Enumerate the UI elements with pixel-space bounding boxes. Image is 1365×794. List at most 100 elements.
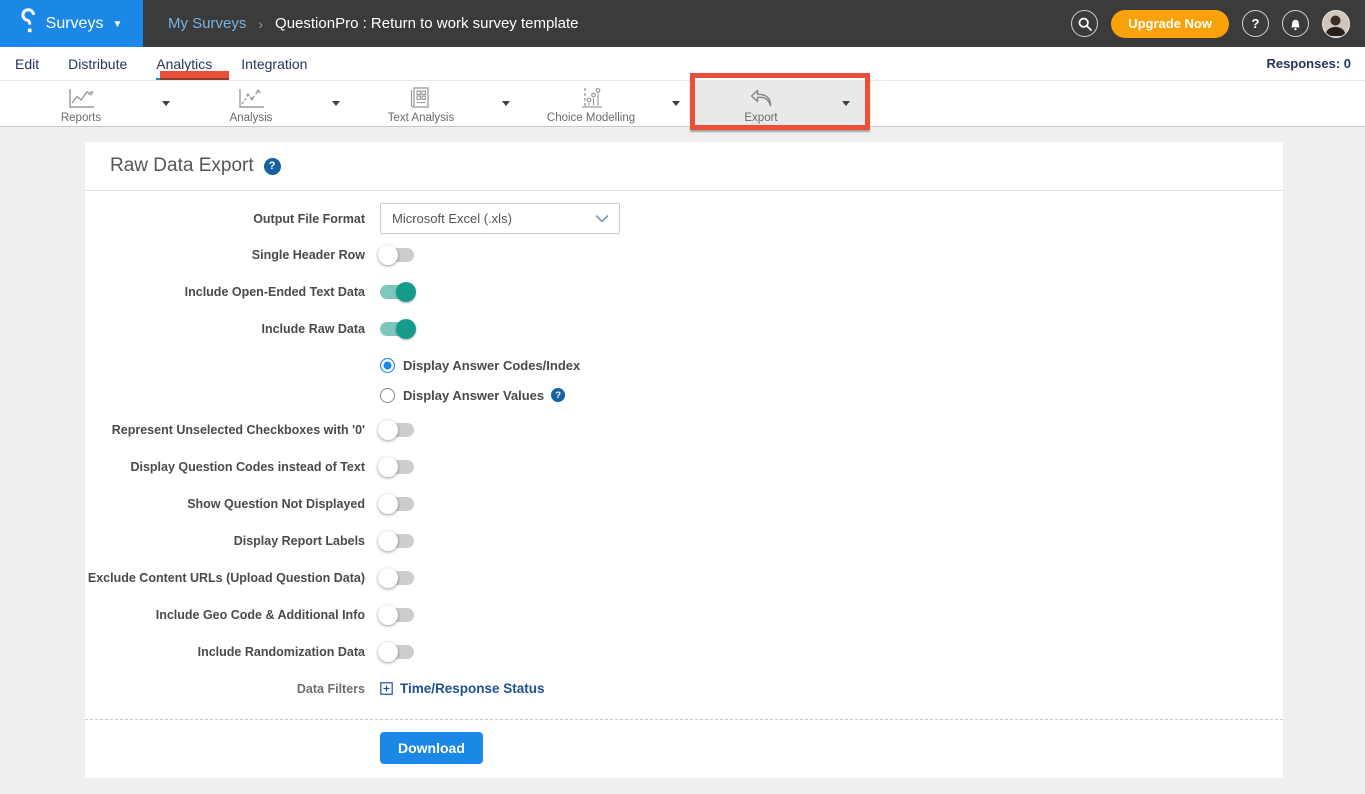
breadcrumb-separator-icon: › (258, 16, 263, 32)
search-button[interactable] (1071, 10, 1098, 37)
questionpro-logo-icon (21, 8, 37, 39)
caret-down-icon (672, 101, 680, 106)
toolbar-analysis-button[interactable]: Analysis (185, 81, 317, 126)
toggle-knob (378, 531, 398, 551)
surveys-menu[interactable]: Surveys ▼ (0, 0, 143, 47)
toggle-knob (378, 568, 398, 588)
field-label: Display Report Labels (85, 534, 365, 548)
toolbar-export-button[interactable]: Export (695, 81, 827, 126)
toolbar-analysis-dropdown[interactable] (317, 81, 355, 126)
radio-row-display-answer-values: Display Answer Values? (380, 383, 1283, 407)
tab-analytics[interactable]: Analytics (156, 47, 212, 80)
toggle-knob (378, 457, 398, 477)
bell-icon (1287, 15, 1304, 32)
toggle-knob (378, 494, 398, 514)
form-row-data-filters: Data FiltersTime/Response Status (85, 676, 1283, 701)
caret-down-icon (842, 101, 850, 106)
upgrade-now-button[interactable]: Upgrade Now (1111, 10, 1229, 38)
form-row-exclude-content-urls-upload-question-data: Exclude Content URLs (Upload Question Da… (85, 565, 1283, 590)
scatter-chart-icon (578, 86, 604, 110)
chevron-down-icon (595, 214, 609, 223)
toolbar-export-dropdown[interactable] (827, 81, 865, 126)
toolbar-analysis-label: Analysis (230, 112, 273, 124)
toolbar-reports-button[interactable]: Reports (15, 81, 147, 126)
search-icon (1077, 16, 1093, 32)
export-form: Output File Format Microsoft Excel (.xls)… (85, 191, 1283, 701)
main-content: Raw Data Export ? Output File FormatMicr… (0, 127, 1365, 793)
display-answer-codes-index-radio[interactable] (380, 358, 395, 373)
tab-integration[interactable]: Integration (241, 47, 307, 80)
toolbar-choice-modelling-label: Choice Modelling (547, 112, 635, 124)
field-label: Single Header Row (85, 248, 365, 262)
form-row-output-file-format: Output File Format Microsoft Excel (.xls) (85, 203, 1283, 234)
output-file-format-select[interactable]: Microsoft Excel (.xls) (380, 203, 620, 234)
field-label: Include Randomization Data (85, 645, 365, 659)
download-button[interactable]: Download (380, 732, 483, 764)
represent-unselected-checkboxes-with-0-toggle[interactable] (380, 423, 414, 437)
answer-display-radio-group: Display Answer Codes/Index Display Answer… (380, 353, 1283, 407)
toolbar-reports-label: Reports (61, 112, 101, 124)
breadcrumb: My Surveys › QuestionPro : Return to wor… (168, 15, 579, 32)
download-row: Download (85, 720, 1283, 778)
toolbar-text-analysis-label: Text Analysis (388, 112, 454, 124)
display-report-labels-toggle[interactable] (380, 534, 414, 548)
surveys-menu-label: Surveys (46, 15, 104, 33)
raw-data-export-help-icon[interactable]: ? (264, 158, 281, 175)
breadcrumb-my-surveys[interactable]: My Surveys (168, 15, 246, 32)
radio-label: Display Answer Codes/Index (403, 358, 580, 373)
tab-distribute[interactable]: Distribute (68, 47, 127, 80)
toggle-knob (378, 642, 398, 662)
caret-down-icon (502, 101, 510, 106)
survey-title: QuestionPro : Return to work survey temp… (275, 15, 578, 32)
responses-count: Responses: 0 (1266, 56, 1351, 71)
caret-down-icon (332, 101, 340, 106)
top-header: Surveys ▼ My Surveys › QuestionPro : Ret… (0, 0, 1365, 47)
field-label: Exclude Content URLs (Upload Question Da… (85, 571, 365, 585)
toggle-knob (378, 420, 398, 440)
field-label: Represent Unselected Checkboxes with '0' (85, 423, 365, 437)
toggle-knob (378, 605, 398, 625)
single-header-row-toggle[interactable] (380, 248, 414, 262)
analytics-toolbar: Reports Analysis Text Analysis Choice Model… (0, 80, 1365, 127)
toolbar-choice-modelling-dropdown[interactable] (657, 81, 695, 126)
form-row-represent-unselected-checkboxes-with-0: Represent Unselected Checkboxes with '0' (85, 417, 1283, 442)
form-row-include-geo-code-additional-info: Include Geo Code & Additional Info (85, 602, 1283, 627)
user-avatar[interactable] (1322, 10, 1350, 38)
toolbar-reports-dropdown[interactable] (147, 81, 185, 126)
text-analysis-icon (410, 86, 432, 110)
field-label: Include Geo Code & Additional Info (85, 608, 365, 622)
time-response-status-link[interactable]: Time/Response Status (380, 681, 545, 696)
survey-nav: Edit Distribute Analytics Integration Respo… (0, 47, 1365, 80)
toolbar-group-reports: Reports (15, 81, 185, 126)
form-row-single-header-row: Single Header Row (85, 242, 1283, 267)
include-raw-data-toggle[interactable] (380, 322, 414, 336)
toolbar-text-analysis-dropdown[interactable] (487, 81, 525, 126)
field-label: Output File Format (85, 212, 365, 226)
exclude-content-urls-upload-question-data-toggle[interactable] (380, 571, 414, 585)
display-answer-values-radio[interactable] (380, 388, 395, 403)
toggle-knob (378, 245, 398, 265)
toggle-knob (396, 319, 416, 339)
toolbar-group-analysis: Analysis (185, 81, 355, 126)
form-row-include-randomization-data: Include Randomization Data (85, 639, 1283, 664)
toolbar-text-analysis-button[interactable]: Text Analysis (355, 81, 487, 126)
field-label: Include Open-Ended Text Data (85, 285, 365, 299)
tab-bar: Edit Distribute Analytics Integration (15, 47, 307, 80)
caret-down-icon (162, 101, 170, 106)
raw-data-export-panel: Raw Data Export ? Output File FormatMicr… (85, 142, 1283, 778)
include-open-ended-text-data-toggle[interactable] (380, 285, 414, 299)
include-randomization-data-toggle[interactable] (380, 645, 414, 659)
field-label: Show Question Not Displayed (85, 497, 365, 511)
help-button[interactable]: ? (1242, 10, 1269, 37)
radio-label: Display Answer Values (403, 388, 544, 403)
show-question-not-displayed-toggle[interactable] (380, 497, 414, 511)
select-value: Microsoft Excel (.xls) (392, 211, 512, 226)
notifications-button[interactable] (1282, 10, 1309, 37)
tab-edit[interactable]: Edit (15, 47, 39, 80)
field-label: Include Raw Data (85, 322, 365, 336)
display-answer-values-help-icon[interactable]: ? (551, 388, 565, 402)
field-label: Display Question Codes instead of Text (85, 460, 365, 474)
toolbar-choice-modelling-button[interactable]: Choice Modelling (525, 81, 657, 126)
include-geo-code-additional-info-toggle[interactable] (380, 608, 414, 622)
display-question-codes-instead-of-text-toggle[interactable] (380, 460, 414, 474)
